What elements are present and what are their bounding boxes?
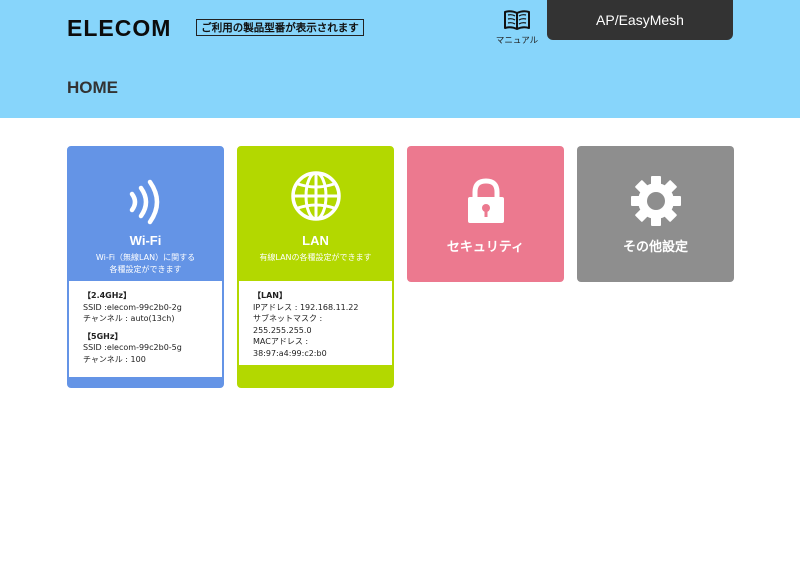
security-card-title: セキュリティ [446, 239, 525, 254]
wifi-card-header[interactable]: Wi-Fi Wi-Fi（無線LAN）に関する 各種設定ができます [69, 148, 222, 281]
band5-channel: チャンネル : 100 [83, 354, 146, 364]
wifi-card-title: Wi-Fi [129, 233, 162, 248]
other-settings-card[interactable]: その他設定 [577, 146, 734, 282]
band24-ssid: SSID :elecom-99c2b0-2g [83, 302, 182, 312]
lock-icon [467, 178, 504, 223]
elecom-logo: ELECOM [67, 15, 172, 41]
book-icon [504, 10, 530, 30]
wifi-card-description: Wi-Fi（無線LAN）に関する 各種設定ができます [69, 252, 222, 276]
wifi-card[interactable]: Wi-Fi Wi-Fi（無線LAN）に関する 各種設定ができます 【2.4GHz… [67, 146, 224, 388]
other-settings-card-header[interactable]: その他設定 [577, 146, 734, 282]
security-card[interactable]: セキュリティ [407, 146, 564, 282]
wifi-card-body: 【2.4GHz】 SSID :elecom-99c2b0-2g チャンネル : … [69, 281, 222, 377]
manual-link[interactable]: マニュアル [494, 8, 540, 46]
mode-tab[interactable]: AP/EasyMesh [547, 0, 733, 40]
lan-subnet-label: サブネットマスク : [253, 314, 323, 323]
lan-ip: IPアドレス : 192.168.11.22 [253, 302, 359, 312]
manual-label: マニュアル [495, 36, 539, 46]
band5-heading: 【5GHz】 [83, 331, 123, 341]
band24-channel: チャンネル : auto(13ch) [83, 314, 175, 323]
lan-card-title: LAN [302, 233, 329, 248]
band24-heading: 【2.4GHz】 [83, 291, 132, 300]
header-bar: ELECOM ご利用の製品型番が表示されます マニュアル AP/EasyMesh… [0, 0, 800, 118]
wifi-band-24: 【2.4GHz】 SSID :elecom-99c2b0-2g チャンネル : … [83, 290, 210, 325]
wifi-band-5: 【5GHz】 SSID :elecom-99c2b0-5g チャンネル : 10… [83, 331, 210, 366]
wifi-desc-line1: Wi-Fi（無線LAN）に関する [95, 253, 196, 262]
lan-card-description: 有線LANの各種設定ができます [259, 253, 372, 262]
lan-subnet-value: 255.255.255.0 [253, 325, 312, 335]
other-settings-card-title: その他設定 [622, 239, 688, 254]
model-notice: ご利用の製品型番が表示されます [196, 19, 364, 36]
gear-icon [630, 176, 681, 226]
security-card-header[interactable]: セキュリティ [407, 146, 564, 282]
wifi-signal-icon [129, 179, 159, 225]
lan-mac-value: 38:97:a4:99:c2:b0 [253, 348, 327, 358]
lan-card-body: 【LAN】 IPアドレス : 192.168.11.22 サブネットマスク : … [239, 281, 392, 365]
band5-ssid: SSID :elecom-99c2b0-5g [83, 343, 182, 352]
lan-heading: 【LAN】 [253, 291, 287, 300]
page-title: HOME [67, 78, 118, 97]
wifi-desc-line2: 各種設定ができます [109, 265, 182, 274]
lan-mac-label: MACアドレス : [253, 337, 309, 346]
globe-icon [290, 171, 341, 221]
lan-card[interactable]: LAN 有線LANの各種設定ができます 【LAN】 IPアドレス : 192.1… [237, 146, 394, 388]
lan-card-header[interactable]: LAN 有線LANの各種設定ができます [239, 148, 392, 281]
